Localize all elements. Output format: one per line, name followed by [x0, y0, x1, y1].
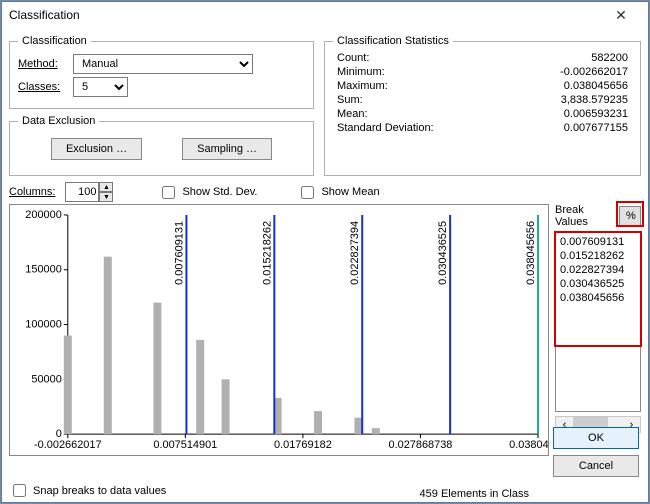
- svg-text:0.015218262: 0.015218262: [261, 221, 273, 285]
- stat-row: Sum:3,838.579235: [333, 93, 632, 107]
- break-value-item[interactable]: 0.030436525: [560, 277, 636, 291]
- break-value-item[interactable]: 0.015218262: [560, 249, 636, 263]
- columns-input[interactable]: [65, 182, 99, 202]
- stat-row: Minimum:-0.002662017: [333, 65, 632, 79]
- svg-text:0.01769182: 0.01769182: [274, 439, 332, 451]
- svg-text:-0.002662017: -0.002662017: [34, 439, 102, 451]
- stat-row: Maximum:0.038045656: [333, 79, 632, 93]
- chart-svg: 0500001000001500002000000.0076091310.015…: [10, 205, 548, 456]
- break-values-label: Break Values: [555, 204, 619, 228]
- stats-legend: Classification Statistics: [333, 35, 453, 47]
- svg-text:0.03804565: 0.03804565: [509, 439, 548, 451]
- svg-text:50000: 50000: [31, 373, 61, 385]
- break-value-item[interactable]: 0.007609131: [560, 235, 636, 249]
- columns-stepper[interactable]: ▲ ▼: [65, 182, 113, 202]
- data-exclusion-group: Data Exclusion Exclusion … Sampling …: [9, 115, 314, 176]
- data-exclusion-legend: Data Exclusion: [18, 115, 99, 127]
- svg-text:0.007609131: 0.007609131: [173, 221, 185, 285]
- snap-breaks-checkbox[interactable]: Snap breaks to data values: [9, 481, 166, 500]
- method-label: Method:: [18, 58, 73, 70]
- spin-down-icon[interactable]: ▼: [99, 192, 113, 202]
- svg-text:0.038045656: 0.038045656: [525, 221, 537, 285]
- close-icon[interactable]: ✕: [601, 7, 641, 24]
- break-value-item[interactable]: 0.022827394: [560, 263, 636, 277]
- ok-button[interactable]: OK: [553, 427, 639, 449]
- stat-row: Standard Deviation:0.007677155: [333, 121, 632, 135]
- titlebar: Classification ✕: [1, 1, 649, 29]
- histogram-chart[interactable]: 0500001000001500002000000.0076091310.015…: [9, 204, 549, 456]
- break-value-item[interactable]: 0.038045656: [560, 291, 636, 305]
- svg-text:100000: 100000: [25, 319, 62, 331]
- svg-text:0.007514901: 0.007514901: [153, 439, 217, 451]
- classes-label: Classes:: [18, 81, 73, 93]
- stats-group: Classification Statistics Count:582200 M…: [324, 35, 641, 176]
- spin-up-icon[interactable]: ▲: [99, 182, 113, 192]
- elements-in-class: 459 Elements in Class: [420, 488, 529, 500]
- classification-legend: Classification: [18, 35, 91, 47]
- sampling-button[interactable]: Sampling …: [182, 138, 272, 160]
- exclusion-button[interactable]: Exclusion …: [51, 138, 142, 160]
- svg-text:150000: 150000: [25, 264, 62, 276]
- method-select[interactable]: Manual: [73, 54, 253, 74]
- svg-text:200000: 200000: [25, 209, 62, 221]
- columns-label: Columns:: [9, 186, 55, 198]
- cancel-button[interactable]: Cancel: [553, 455, 639, 477]
- show-std-checkbox[interactable]: Show Std. Dev.: [158, 183, 257, 202]
- break-values-list[interactable]: 0.007609131 0.015218262 0.022827394 0.03…: [555, 232, 641, 412]
- stat-row: Mean:0.006593231: [333, 107, 632, 121]
- stat-row: Count:582200: [333, 51, 632, 65]
- classification-group: Classification Method: Manual Classes: 5: [9, 35, 314, 109]
- svg-text:0.027868738: 0.027868738: [389, 439, 453, 451]
- classes-select[interactable]: 5: [73, 77, 128, 97]
- svg-text:0.030436525: 0.030436525: [437, 221, 449, 285]
- svg-text:0.022827394: 0.022827394: [349, 221, 361, 285]
- window-title: Classification: [9, 8, 601, 22]
- percent-button[interactable]: %: [619, 206, 641, 226]
- show-mean-checkbox[interactable]: Show Mean: [297, 183, 379, 202]
